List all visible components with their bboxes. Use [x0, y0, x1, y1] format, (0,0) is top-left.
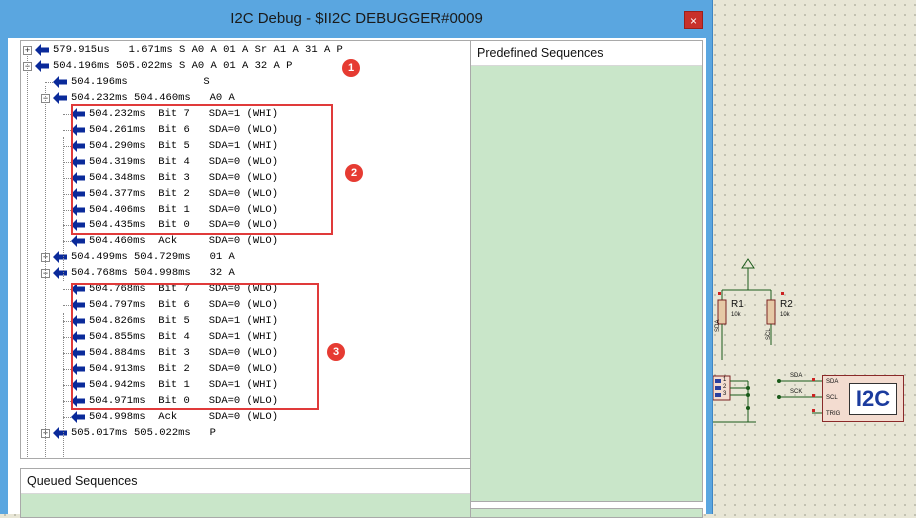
- window-titlebar[interactable]: I2C Debug - $II2C DEBUGGER#0009 ×: [0, 0, 713, 38]
- predefined-sequences-pane[interactable]: Predefined Sequences: [470, 40, 703, 502]
- tree-connector: [63, 225, 71, 227]
- window-title: I2C Debug - $II2C DEBUGGER#0009: [230, 10, 483, 27]
- arrow-left-icon: [53, 251, 67, 264]
- callout-box-2: [71, 104, 333, 235]
- tree-connector: [63, 193, 71, 195]
- r2-name: R2: [780, 299, 793, 310]
- power-terminal-icon: [741, 258, 755, 269]
- tree-row[interactable]: −504.768ms 504.998ms 32 A: [21, 265, 470, 281]
- arrow-left-icon: [35, 44, 49, 56]
- tree-row-text: 504.998ms Ack SDA=0 (WLO): [89, 410, 279, 423]
- r2-value: 10k: [780, 312, 790, 318]
- tree-guide-line: [63, 137, 64, 281]
- tree-row[interactable]: 504.460ms Ack SDA=0 (WLO): [21, 233, 470, 249]
- tree-connector: [63, 161, 71, 163]
- queued-sequences-pane[interactable]: Queued Sequences: [20, 468, 471, 518]
- tree-row[interactable]: +504.499ms 504.729ms 01 A: [21, 249, 470, 265]
- queued-sequences-title: Queued Sequences: [21, 469, 470, 494]
- connector-pin-3: 3: [723, 391, 727, 397]
- tree-row-text: 504.460ms Ack SDA=0 (WLO): [89, 235, 279, 248]
- arrow-left-icon: [71, 410, 85, 423]
- tree-connector: [63, 369, 71, 370]
- tree-row-text: 504.768ms 504.998ms 32 A: [71, 267, 235, 280]
- r1-value: 10k: [731, 312, 741, 318]
- predefined-sequences-footer: [470, 508, 703, 518]
- tree-row-text: 504.196ms S: [71, 75, 210, 88]
- wire-sck-label: SCK: [790, 389, 803, 395]
- i2c-debugger-component[interactable]: SDA SCL TRIG I2C: [822, 375, 904, 422]
- tree-connector: [63, 384, 71, 386]
- chip-pin-sda: SDA: [826, 379, 839, 385]
- tree-connector: [45, 81, 53, 83]
- tree-guide-line: [27, 56, 28, 457]
- tree-connector: [63, 353, 71, 355]
- tree-connector: [63, 209, 71, 211]
- tree-guide-line: [45, 86, 46, 457]
- resistor-r2-icon: [766, 299, 776, 325]
- arrow-left-icon: [71, 235, 85, 248]
- schematic-canvas[interactable]: R1 10k R2 10k SDA SCL 1 2 3 SDA SCK: [713, 0, 916, 514]
- callout-badge-3: 3: [327, 343, 345, 361]
- chip-pin-scl: SCL: [826, 395, 838, 401]
- callout-badge-2: 2: [345, 164, 363, 182]
- callout-box-3: [71, 283, 319, 410]
- connector-pin-1: 1: [723, 377, 727, 383]
- expand-icon[interactable]: +: [23, 46, 32, 55]
- tree-connector: [63, 177, 71, 179]
- tree-connector: [63, 305, 71, 307]
- tree-row[interactable]: −504.196ms 505.022ms S A0 A 01 A 32 A P: [21, 58, 470, 74]
- r1-net-label: SDA: [715, 319, 721, 332]
- arrow-left-icon: [53, 267, 67, 280]
- tree-row-text: 504.196ms 505.022ms S A0 A 01 A 32 A P: [53, 59, 293, 72]
- i2c-logo: I2C: [849, 383, 897, 415]
- arrow-left-icon: [35, 59, 49, 72]
- i2c-debug-window: I2C Debug - $II2C DEBUGGER#0009 × +579.9…: [0, 0, 713, 518]
- arrow-left-icon: [53, 75, 67, 88]
- r1-name: R1: [731, 299, 744, 310]
- tree-connector: [63, 113, 71, 115]
- tree-row-text: 505.017ms 505.022ms P: [71, 426, 216, 439]
- tree-connector: [63, 289, 71, 291]
- predefined-sequences-title: Predefined Sequences: [471, 41, 702, 66]
- tree-row-text: 504.499ms 504.729ms 01 A: [71, 251, 235, 264]
- tree-row[interactable]: 504.196ms S: [21, 74, 470, 90]
- tree-guide-line: [63, 313, 64, 457]
- connector-pin-2: 2: [723, 384, 727, 390]
- tree-row[interactable]: 504.998ms Ack SDA=0 (WLO): [21, 409, 470, 425]
- tree-row-text: 579.915us 1.671ms S A0 A 01 A Sr A1 A 31…: [53, 44, 343, 56]
- arrow-left-icon: [53, 426, 67, 439]
- chip-pin-trig: TRIG: [826, 411, 841, 417]
- tree-row[interactable]: +505.017ms 505.022ms P: [21, 425, 470, 441]
- schematic-wiring: [713, 258, 822, 423]
- arrow-left-icon: [53, 91, 67, 104]
- wire-sda-label: SDA: [790, 373, 803, 379]
- r2-net-label: SCL: [766, 328, 772, 340]
- tree-row[interactable]: +579.915us 1.671ms S A0 A 01 A Sr A1 A 3…: [21, 42, 470, 58]
- tree-connector: [63, 337, 71, 339]
- tree-connector: [63, 416, 71, 418]
- tree-connector: [63, 400, 71, 402]
- tree-connector: [63, 241, 71, 243]
- tree-connector: [63, 145, 71, 147]
- tree-connector: [63, 321, 71, 323]
- callout-badge-1: 1: [342, 59, 360, 77]
- close-button[interactable]: ×: [684, 11, 703, 29]
- tree-connector: [63, 129, 71, 131]
